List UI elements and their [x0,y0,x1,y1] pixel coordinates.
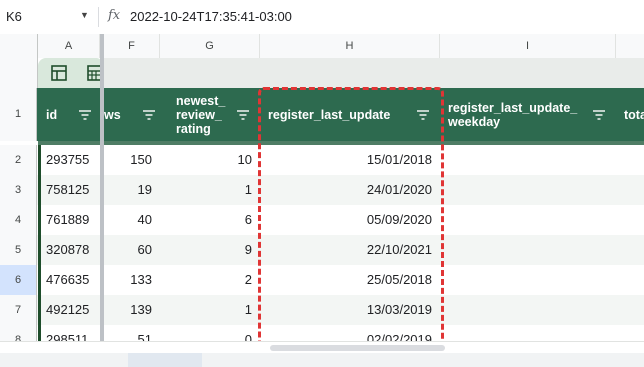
cell-rating[interactable]: 1 [160,295,260,325]
name-box[interactable]: K6 [6,9,86,24]
row-header[interactable]: 2 [0,145,37,175]
column-header-next[interactable] [616,34,644,58]
freeze-divider[interactable] [100,34,104,353]
fx-icon: fx [108,8,121,23]
row-header[interactable]: 4 [0,205,37,235]
cell-ws[interactable]: 139 [104,295,160,325]
cell-weekday[interactable] [440,265,616,295]
header-ws-label: ws [104,107,121,122]
filter-icon[interactable] [592,109,606,120]
header-register-last-update-weekday[interactable]: register_last_update_ weekday [440,88,616,141]
table-toolbar [0,58,644,88]
header-register-last-update-weekday-label: register_last_update_ weekday [448,100,578,129]
formula-input[interactable]: 2022-10-24T17:35:41-03:00 [130,9,292,24]
cell-weekday[interactable] [440,175,616,205]
header-newest-review-rating[interactable]: newest_ review_ rating [160,88,260,141]
cell-id[interactable]: 293755 [38,145,100,175]
table-left-border [38,145,41,353]
cell-weekday[interactable] [440,235,616,265]
row-header[interactable]: 3 [0,175,37,205]
column-header-f[interactable]: F [104,34,160,58]
row-header-blank [0,58,38,88]
sheet-tab-bar [0,353,644,367]
row-header-1[interactable]: 1 [0,88,37,141]
cell-weekday[interactable] [440,145,616,175]
cell-rating[interactable]: 10 [160,145,260,175]
cell-id[interactable]: 761889 [38,205,100,235]
filter-icon[interactable] [236,109,250,120]
cell-rating[interactable]: 6 [160,205,260,235]
cell-rating[interactable]: 1 [160,175,260,205]
cell-id[interactable]: 476635 [38,265,100,295]
column-headers: A F G H I [0,34,644,59]
header-total-label: tota [624,107,644,122]
cell-rating[interactable]: 9 [160,235,260,265]
column-header-h[interactable]: H [260,34,440,58]
column-header-g[interactable]: G [160,34,260,58]
row-header[interactable]: 6 [0,265,37,295]
header-newest-review-rating-label: newest_ review_ rating [176,93,226,136]
table-toolbar-fill [104,58,644,88]
header-id[interactable]: id [38,88,100,141]
cell-weekday[interactable] [440,205,616,235]
cell-rating[interactable]: 2 [160,265,260,295]
row-header[interactable]: 5 [0,235,37,265]
filter-icon[interactable] [78,109,92,120]
selection-highlight [258,87,444,354]
column-header-a[interactable]: A [38,34,100,58]
divider [98,7,99,27]
cell-ws[interactable]: 133 [104,265,160,295]
cell-ws[interactable]: 19 [104,175,160,205]
cell-ws[interactable]: 150 [104,145,160,175]
sheet-tab[interactable] [128,353,202,367]
cell-ws[interactable]: 40 [104,205,160,235]
cell-id[interactable]: 320878 [38,235,100,265]
cell-id[interactable]: 492125 [38,295,100,325]
chevron-down-icon[interactable]: ▼ [80,10,89,20]
filter-icon[interactable] [142,109,156,120]
cell-ws[interactable]: 60 [104,235,160,265]
cell-id[interactable]: 758125 [38,175,100,205]
header-id-label: id [46,107,58,122]
formula-bar: K6 ▼ fx 2022-10-24T17:35:41-03:00 [0,0,644,35]
table-view-icon[interactable] [50,64,68,82]
header-total[interactable]: tota [616,88,644,141]
row-header[interactable]: 7 [0,295,37,325]
select-all-corner[interactable] [0,34,38,58]
scrollbar-thumb[interactable] [270,345,445,351]
column-header-i[interactable]: I [440,34,616,58]
header-ws[interactable]: ws [104,88,160,141]
cell-weekday[interactable] [440,295,616,325]
